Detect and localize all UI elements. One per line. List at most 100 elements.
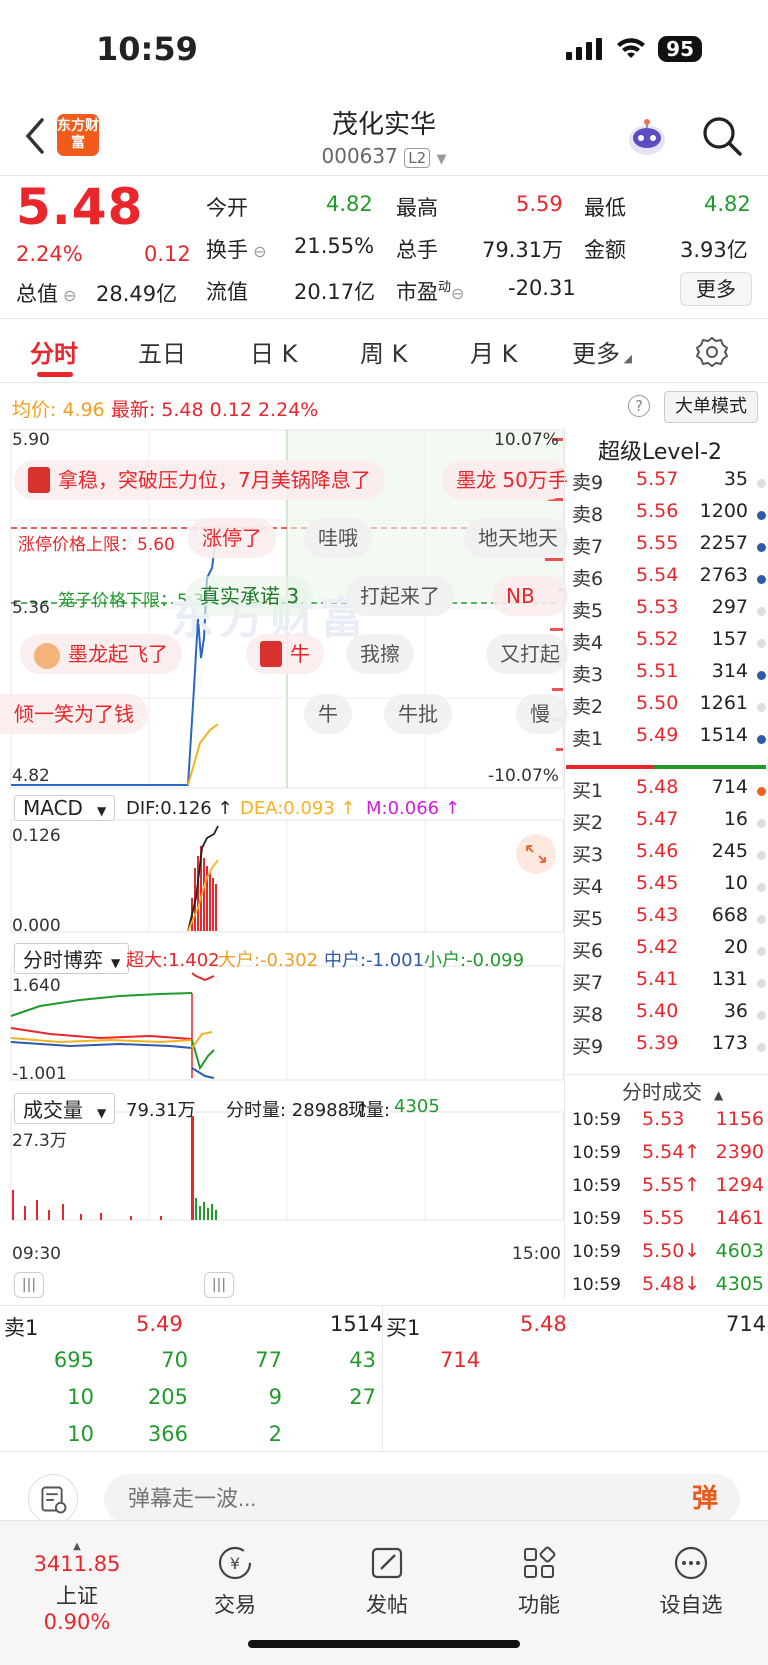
level-price: 5.56 — [636, 500, 679, 522]
search-icon[interactable] — [700, 114, 744, 158]
danmaku-bubble[interactable]: 牛批 — [384, 694, 452, 734]
danmaku-bubble[interactable]: 牛 — [246, 634, 324, 674]
danmaku-bubble[interactable]: 倾一笑为了钱 — [0, 694, 148, 734]
ask-level-row[interactable]: 卖4 5.52 157 — [572, 628, 768, 660]
bid-level-row[interactable]: 买7 5.41 131 — [572, 968, 768, 1000]
ask-level-row[interactable]: 卖7 5.55 2257 — [572, 532, 768, 564]
level2-title[interactable]: 超级Level-2 — [598, 434, 722, 466]
turnover-value: 21.55% — [294, 234, 375, 258]
volume-select[interactable]: 成交量 ▼ — [14, 1093, 116, 1124]
ask-level-row[interactable]: 卖2 5.50 1261 — [572, 692, 768, 724]
tick-price: 5.53 — [642, 1108, 685, 1130]
scroll-handle-right[interactable]: ||| — [204, 1272, 234, 1298]
danmaku-toggle-button[interactable]: 弹 — [676, 1476, 734, 1522]
danmaku-input[interactable] — [104, 1474, 740, 1524]
tab-more-label: 更多 — [572, 340, 620, 368]
danmaku-bubble[interactable]: 拿稳，突破压力位，7月美锅降息了 — [14, 460, 385, 500]
order-dot-icon — [757, 1043, 766, 1052]
info-icon[interactable]: ⊖ — [451, 284, 464, 303]
amount-value: 3.93亿 — [680, 238, 748, 262]
level-volume: 36 — [723, 1000, 748, 1022]
tick-price: 5.55↑ — [642, 1174, 701, 1196]
danmaku-bubble[interactable]: 慢 — [516, 694, 568, 734]
ask-level-row[interactable]: 卖6 5.54 2763 — [572, 564, 768, 596]
level-price: 5.55 — [636, 532, 679, 554]
bid-level-row[interactable]: 买5 5.43 668 — [572, 904, 768, 936]
divider — [0, 175, 768, 176]
ticks-title[interactable]: 分时成交 ▲ — [622, 1076, 723, 1105]
high-label: 最高 — [396, 196, 438, 220]
caret-up-icon: ▲ — [714, 1088, 724, 1102]
ask-level-row[interactable]: 卖1 5.49 1514 — [572, 724, 768, 756]
ask-level-row[interactable]: 卖5 5.53 297 — [572, 596, 768, 628]
gear-icon[interactable] — [696, 336, 728, 368]
divider — [0, 382, 768, 383]
danmaku-bubble[interactable]: 又打起 — [486, 634, 568, 674]
bid-level-row[interactable]: 买2 5.47 16 — [572, 808, 768, 840]
bid-level-row[interactable]: 买9 5.39 173 — [572, 1032, 768, 1064]
level-price: 5.54 — [636, 564, 679, 586]
tick-time: 10:59 — [572, 1209, 621, 1229]
market-cap-value: 28.49亿 — [96, 282, 178, 306]
bid-level-row[interactable]: 买3 5.46 245 — [572, 840, 768, 872]
help-icon[interactable]: ? — [628, 395, 650, 417]
bid-level-row[interactable]: 买1 5.48 714 — [572, 776, 768, 808]
danmaku-bubble[interactable]: 牛 — [304, 694, 352, 734]
note-settings-icon[interactable] — [28, 1474, 78, 1524]
nav-functions[interactable]: 功能 — [484, 1543, 594, 1619]
info-icon[interactable]: ⊖ — [58, 286, 76, 305]
tab-monthly-k[interactable]: 月 K — [470, 334, 517, 369]
info-icon[interactable]: ⊖ — [248, 242, 266, 261]
danmaku-bubble[interactable]: 墨龙 50万手 — [442, 460, 568, 500]
bid-level-row[interactable]: 买8 5.40 36 — [572, 1000, 768, 1032]
level-price: 5.53 — [636, 596, 679, 618]
tab-daily-k[interactable]: 日 K — [250, 334, 297, 369]
danmaku-bubble[interactable]: 地天地天 — [464, 518, 568, 558]
more-dots-icon — [674, 1546, 708, 1580]
game-select[interactable]: 分时博弈 ▼ — [14, 943, 130, 974]
more-button[interactable]: 更多 — [680, 272, 752, 306]
nav-trade[interactable]: ¥ 交易 — [180, 1543, 290, 1619]
ask-level-row[interactable]: 卖9 5.57 35 — [572, 468, 768, 500]
bid-level-row[interactable]: 买6 5.42 20 — [572, 936, 768, 968]
book-bid-label: 买1 — [386, 1316, 421, 1340]
tab-five-day[interactable]: 五日 — [138, 334, 186, 369]
nav-add-watchlist-label: 设自选 — [659, 1593, 723, 1617]
level-volume: 157 — [711, 628, 748, 650]
robot-assistant-icon[interactable] — [624, 114, 670, 160]
macd-select[interactable]: MACD ▼ — [14, 795, 116, 821]
tab-more[interactable]: 更多 ◢ — [572, 334, 632, 369]
order-dot-icon — [757, 479, 766, 488]
tab-intraday[interactable]: 分时 — [30, 334, 78, 369]
index-name: 上证 — [56, 1584, 98, 1608]
ask-level-row[interactable]: 卖8 5.56 1200 — [572, 500, 768, 532]
danmaku-bubble[interactable]: 哇哦 — [304, 518, 372, 558]
tick-time: 10:59 — [572, 1110, 621, 1130]
nav-index[interactable]: ▲ 3411.85 上证 0.90% — [22, 1541, 132, 1634]
nav-post[interactable]: 发帖 — [332, 1543, 442, 1619]
big-order-mode-button[interactable]: 大单模式 — [664, 391, 758, 423]
danmaku-bubble[interactable]: 真实承诺 3 — [186, 576, 314, 616]
danmaku-bubble[interactable]: NB — [492, 576, 568, 616]
macd-m: M:0.066 ↑ — [366, 798, 460, 819]
ask-queue-item: 205 — [147, 1385, 188, 1409]
danmaku-text: 墨龙起飞了 — [68, 642, 168, 666]
level-label: 买3 — [572, 844, 604, 866]
signal-icon — [566, 38, 603, 60]
nav-add-watchlist[interactable]: 设自选 — [636, 1543, 746, 1619]
volume-y-top: 27.3万 — [12, 1131, 67, 1151]
bid-level-row[interactable]: 买4 5.45 10 — [572, 872, 768, 904]
ask-queue-item: 10 — [67, 1385, 94, 1409]
macd-select-label: MACD — [23, 796, 83, 820]
danmaku-bubble[interactable]: 我擦 — [346, 634, 414, 674]
level-volume: 1200 — [699, 500, 748, 522]
danmaku-bubble[interactable]: 墨龙起飞了 — [20, 634, 182, 674]
order-dot-icon — [757, 735, 766, 744]
tab-weekly-k[interactable]: 周 K — [360, 334, 407, 369]
scroll-handle-left[interactable]: ||| — [14, 1272, 44, 1298]
ask-level-row[interactable]: 卖3 5.51 314 — [572, 660, 768, 692]
level-label: 卖6 — [572, 568, 604, 590]
level-price: 5.46 — [636, 840, 679, 862]
danmaku-bubble[interactable]: 打起来了 — [346, 576, 454, 616]
danmaku-bubble[interactable]: 涨停了 — [188, 518, 276, 558]
